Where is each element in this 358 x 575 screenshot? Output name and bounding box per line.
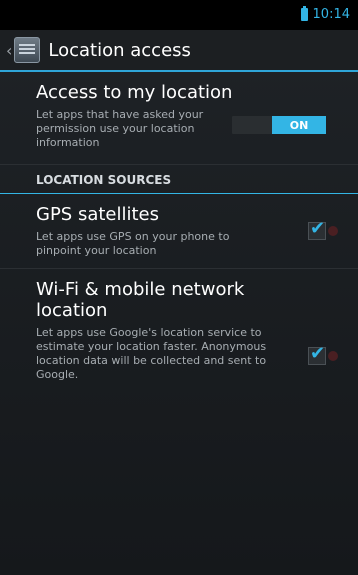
- status-clock: 10:14: [312, 7, 350, 22]
- settings-list: Access to my location Let apps that have…: [0, 72, 358, 575]
- access-location-pref[interactable]: Access to my location Let apps that have…: [0, 72, 358, 165]
- gps-summary: Let apps use GPS on your phone to pinpoi…: [36, 230, 230, 257]
- gps-title: GPS satellites: [36, 204, 160, 225]
- gps-checkbox[interactable]: [308, 218, 326, 240]
- wifi-network-pref[interactable]: Wi-Fi & mobile network location Let apps…: [0, 269, 358, 396]
- status-right: 10:14: [300, 6, 350, 22]
- toggle-on-label: ON: [272, 116, 326, 134]
- gps-indicator-dot: [328, 226, 338, 236]
- wifi-checkbox[interactable]: [308, 343, 326, 365]
- location-sources-header: LOCATION SOURCES: [0, 165, 358, 194]
- wifi-summary: Let apps use Google's location service t…: [36, 326, 267, 381]
- screen: 10:14 ‹ Location access Access to my loc…: [0, 0, 358, 575]
- settings-app-icon[interactable]: [14, 37, 41, 63]
- page-title: Location access: [48, 39, 191, 61]
- wifi-title: Wi-Fi & mobile network location: [36, 279, 245, 321]
- access-location-title: Access to my location: [36, 82, 233, 103]
- gps-satellites-pref[interactable]: GPS satellites Let apps use GPS on your …: [0, 194, 358, 269]
- battery-icon: [300, 6, 308, 21]
- up-caret-icon[interactable]: ‹: [6, 41, 12, 60]
- wifi-indicator-dot: [328, 351, 338, 361]
- access-location-summary: Let apps that have asked your permission…: [36, 108, 204, 149]
- access-location-toggle[interactable]: ON: [232, 116, 326, 134]
- status-bar: 10:14: [0, 0, 358, 30]
- action-bar: ‹ Location access: [0, 30, 358, 72]
